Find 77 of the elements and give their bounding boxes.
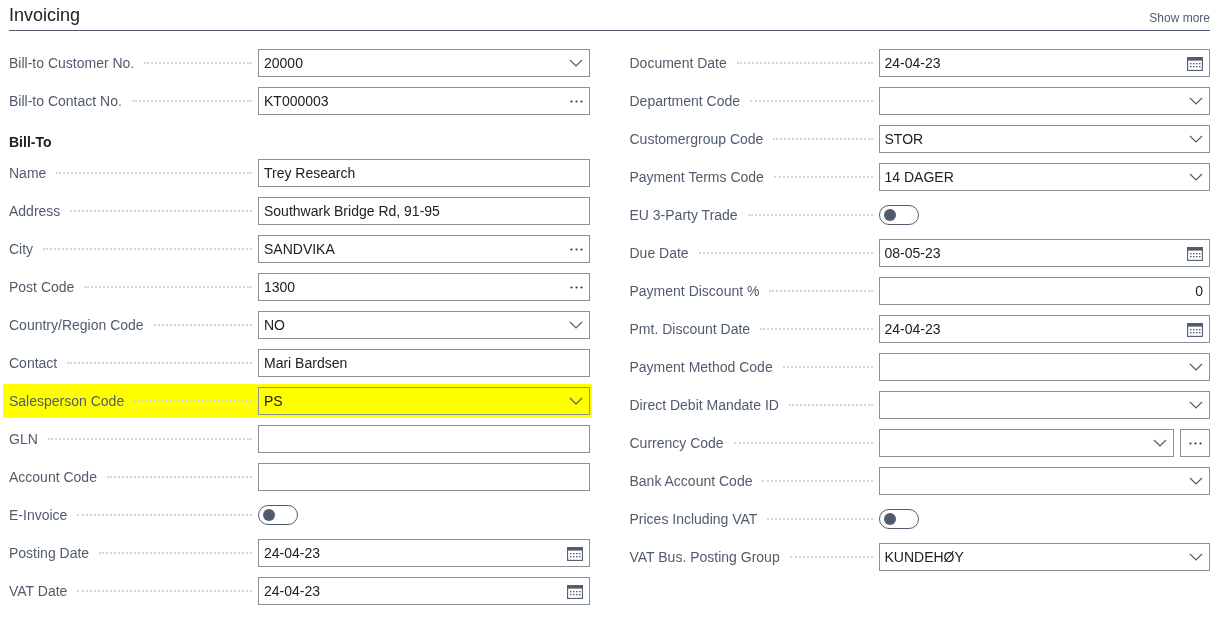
field-label: E-Invoice xyxy=(9,507,68,523)
dropdown-field[interactable]: NO xyxy=(258,311,590,339)
field-label: Customergroup Code xyxy=(629,131,764,147)
calendar-icon xyxy=(1187,321,1203,337)
field-label: VAT Date xyxy=(9,583,68,599)
calendar-icon xyxy=(1187,55,1203,71)
field-label: Pmt. Discount Date xyxy=(629,321,751,337)
calendar-icon xyxy=(566,545,583,561)
chevron-down-icon xyxy=(1153,439,1167,447)
dropdown-field[interactable] xyxy=(878,353,1210,381)
dropdown-field[interactable] xyxy=(878,467,1210,495)
dropdown-field[interactable]: KUNDEHØY xyxy=(878,543,1210,571)
chevron-down-icon xyxy=(1189,401,1203,409)
dropdown-field[interactable]: 14 DAGER xyxy=(878,163,1210,191)
field-label: Payment Method Code xyxy=(629,359,773,375)
dropdown-field[interactable]: PS xyxy=(258,387,590,415)
date-field[interactable]: 08-05-23 xyxy=(878,239,1210,267)
section-title: Invoicing xyxy=(9,5,81,26)
field-label: Bill-to Customer No. xyxy=(9,55,135,71)
lookup-field[interactable]: SANDVIKA xyxy=(258,235,590,263)
date-field[interactable]: 24-04-23 xyxy=(878,49,1210,77)
ellipsis-icon xyxy=(569,99,583,103)
field-label: Payment Terms Code xyxy=(629,169,764,185)
calendar-icon xyxy=(1187,245,1203,261)
field-label: Bank Account Code xyxy=(629,473,753,489)
ellipsis-icon xyxy=(569,247,583,251)
dropdown-field[interactable] xyxy=(878,391,1210,419)
field-label: Document Date xyxy=(629,55,727,71)
field-label: Posting Date xyxy=(9,545,90,561)
group-heading: Bill-To xyxy=(9,134,52,150)
field-label: Department Code xyxy=(629,93,740,109)
show-more-link[interactable]: Show more xyxy=(1149,11,1210,26)
date-field[interactable]: 24-04-23 xyxy=(258,539,590,567)
field-label: Salesperson Code xyxy=(9,393,125,409)
lookup-field[interactable]: 1300 xyxy=(258,273,590,301)
chevron-down-icon xyxy=(1189,97,1203,105)
chevron-down-icon xyxy=(1189,173,1203,181)
text-field[interactable]: Trey Research xyxy=(258,159,590,187)
field-label: Bill-to Contact No. xyxy=(9,93,122,109)
chevron-down-icon xyxy=(1189,553,1203,561)
field-label: Address xyxy=(9,203,61,219)
date-field[interactable]: 24-04-23 xyxy=(878,315,1210,343)
field-label: City xyxy=(9,241,34,257)
field-label: VAT Bus. Posting Group xyxy=(629,549,780,565)
dropdown-field[interactable] xyxy=(878,429,1174,457)
dropdown-field[interactable] xyxy=(878,87,1210,115)
dropdown-field[interactable]: 20000 xyxy=(258,49,590,77)
text-field[interactable] xyxy=(258,463,590,491)
chevron-down-icon xyxy=(1189,135,1203,143)
text-field[interactable] xyxy=(258,425,590,453)
chevron-down-icon xyxy=(1189,477,1203,485)
field-label: Name xyxy=(9,165,47,181)
number-field[interactable]: 0 xyxy=(878,277,1210,305)
field-label: Contact xyxy=(9,355,58,371)
field-label: GLN xyxy=(9,431,38,447)
field-label: Payment Discount % xyxy=(629,283,760,299)
dropdown-field[interactable]: STOR xyxy=(878,125,1210,153)
chevron-down-icon xyxy=(568,59,583,67)
field-label: Direct Debit Mandate ID xyxy=(629,397,779,413)
field-label: Currency Code xyxy=(629,435,724,451)
chevron-down-icon xyxy=(568,397,583,405)
date-field[interactable]: 24-04-23 xyxy=(258,577,590,605)
chevron-down-icon xyxy=(568,321,583,329)
calendar-icon xyxy=(566,583,583,599)
field-label: Prices Including VAT xyxy=(629,511,758,527)
chevron-down-icon xyxy=(1189,363,1203,371)
field-label: Post Code xyxy=(9,279,75,295)
lookup-field[interactable]: KT000003 xyxy=(258,87,590,115)
text-field[interactable]: Mari Bardsen xyxy=(258,349,590,377)
text-field[interactable]: Southwark Bridge Rd, 91-95 xyxy=(258,197,590,225)
ellipsis-icon xyxy=(569,285,583,289)
lookup-button[interactable] xyxy=(1180,429,1210,457)
field-label: Country/Region Code xyxy=(9,317,144,333)
ellipsis-icon xyxy=(1188,441,1202,445)
field-label: Due Date xyxy=(629,245,689,261)
field-label: EU 3-Party Trade xyxy=(629,207,738,223)
field-label: Account Code xyxy=(9,469,97,485)
